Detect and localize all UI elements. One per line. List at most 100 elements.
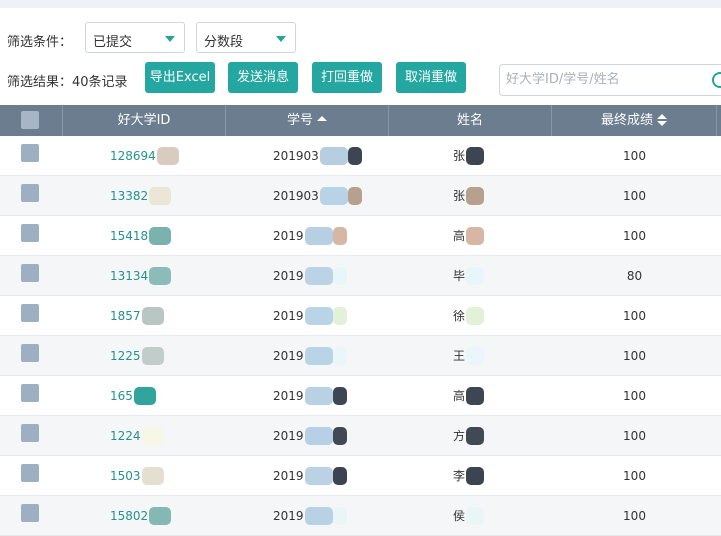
student-name-text: 高 — [453, 389, 466, 403]
send-message-button[interactable]: 发送消息 — [228, 62, 298, 93]
cancel-redo-button[interactable]: 取消重做 — [396, 62, 466, 93]
redacted-mask — [304, 266, 333, 285]
student-id-link[interactable]: 1224 — [110, 429, 141, 443]
name-cell: 高 — [453, 216, 552, 256]
redacted-mask — [466, 146, 485, 165]
student-id-link[interactable]: 15802 — [110, 509, 148, 523]
table-row[interactable]: 128694 201903 张 100 — [0, 136, 721, 176]
student-no-cell: 2019 — [273, 416, 389, 456]
student-no-cell: 2019 — [273, 216, 389, 256]
row-checkbox[interactable] — [21, 144, 39, 162]
table-row[interactable]: 165 2019 高 100 — [0, 376, 721, 416]
row-checkbox[interactable] — [21, 504, 39, 522]
student-name-text: 徐 — [453, 309, 466, 323]
row-checkbox[interactable] — [21, 424, 39, 442]
id-cell: 15802 — [110, 496, 226, 536]
student-id-link[interactable]: 128694 — [110, 149, 156, 163]
select-all-checkbox[interactable] — [21, 111, 39, 129]
final-score-cell: 100 — [552, 136, 717, 176]
table-row[interactable]: 1225 2019 王 100 — [0, 336, 721, 376]
redacted-mask — [319, 146, 348, 165]
student-id-link[interactable]: 13382 — [110, 189, 148, 203]
search-input[interactable] — [506, 72, 706, 87]
row-checkbox[interactable] — [21, 264, 39, 282]
table-row[interactable]: 15802 2019 侯 100 — [0, 496, 721, 536]
sort-toggle-icon[interactable] — [657, 113, 667, 126]
student-id-link[interactable]: 165 — [110, 389, 133, 403]
row-checkbox[interactable] — [21, 184, 39, 202]
redacted-mask — [466, 226, 485, 245]
redacted-mask — [304, 426, 333, 445]
student-name-text: 李 — [453, 469, 466, 483]
student-no-cell: 2019 — [273, 496, 389, 536]
id-cell: 1503 — [110, 456, 226, 496]
column-header-final-score[interactable]: 最终成绩 — [552, 105, 717, 136]
sort-ascending-icon[interactable] — [317, 116, 327, 121]
action-row: 筛选结果：40条记录 导出Excel 发送消息 打回重做 取消重做 — [0, 62, 721, 96]
status-select[interactable]: 已提交 — [85, 22, 185, 53]
redacted-mask — [466, 466, 485, 485]
select-all-header — [0, 105, 63, 136]
table-row[interactable]: 1503 2019 李 100 — [0, 456, 721, 496]
column-header-student-no[interactable]: 学号 — [226, 105, 389, 136]
table-row[interactable]: 13134 2019 毕 80 — [0, 256, 721, 296]
redacted-mask — [466, 426, 485, 445]
name-cell: 徐 — [453, 296, 552, 336]
final-score-cell: 100 — [552, 376, 717, 416]
top-strip — [0, 0, 721, 8]
final-score-text: 100 — [623, 189, 646, 203]
table-row[interactable]: 15418 2019 高 100 — [0, 216, 721, 256]
redacted-mask — [304, 306, 333, 325]
redacted-mask — [347, 146, 362, 165]
status-select-value: 已提交 — [93, 35, 133, 50]
export-excel-button[interactable]: 导出Excel — [145, 62, 215, 93]
student-no-cell: 201903 — [273, 176, 389, 216]
final-score-text: 100 — [623, 429, 646, 443]
redacted-mask — [332, 426, 347, 445]
table-row[interactable]: 13382 201903 张 100 — [0, 176, 721, 216]
student-id-link[interactable]: 1225 — [110, 349, 141, 363]
result-count-label: 筛选结果：40条记录 — [7, 75, 128, 90]
student-no-cell: 2019 — [273, 456, 389, 496]
row-checkbox[interactable] — [21, 384, 39, 402]
id-cell: 165 — [110, 376, 226, 416]
name-cell: 高 — [453, 376, 552, 416]
table-row[interactable]: 1857 2019 徐 100 — [0, 296, 721, 336]
final-score-cell: 80 — [552, 256, 717, 296]
redacted-mask — [466, 186, 485, 205]
student-name-text: 张 — [453, 149, 466, 163]
redacted-mask — [466, 386, 485, 405]
student-id-link[interactable]: 1503 — [110, 469, 141, 483]
redacted-mask — [149, 226, 172, 245]
table-row[interactable]: 1224 2019 方 100 — [0, 416, 721, 456]
chevron-down-icon — [276, 36, 286, 42]
id-cell: 1857 — [110, 296, 226, 336]
student-name-text: 侯 — [453, 509, 466, 523]
redacted-mask — [141, 346, 164, 365]
row-checkbox[interactable] — [21, 464, 39, 482]
name-cell: 侯 — [453, 496, 552, 536]
chevron-down-icon — [165, 36, 175, 42]
redacted-mask — [332, 266, 347, 285]
student-id-link[interactable]: 13134 — [110, 269, 148, 283]
row-select-cell — [0, 256, 63, 296]
filter-label: 筛选条件： — [7, 35, 73, 50]
score-range-select[interactable]: 分数段 — [196, 22, 296, 53]
student-id-link[interactable]: 15418 — [110, 229, 148, 243]
row-checkbox[interactable] — [21, 344, 39, 362]
redacted-mask — [332, 346, 347, 365]
student-no-text: 2019 — [273, 469, 304, 483]
id-cell: 15418 — [110, 216, 226, 256]
row-select-cell — [0, 176, 63, 216]
row-checkbox[interactable] — [21, 304, 39, 322]
search-icon[interactable] — [712, 72, 721, 88]
row-select-cell — [0, 216, 63, 256]
student-id-link[interactable]: 1857 — [110, 309, 141, 323]
student-name-text: 毕 — [453, 269, 466, 283]
student-no-text: 2019 — [273, 389, 304, 403]
student-name-text: 方 — [453, 429, 466, 443]
redo-button[interactable]: 打回重做 — [312, 62, 382, 93]
redacted-mask — [332, 506, 347, 525]
final-score-cell: 100 — [552, 336, 717, 376]
row-checkbox[interactable] — [21, 224, 39, 242]
